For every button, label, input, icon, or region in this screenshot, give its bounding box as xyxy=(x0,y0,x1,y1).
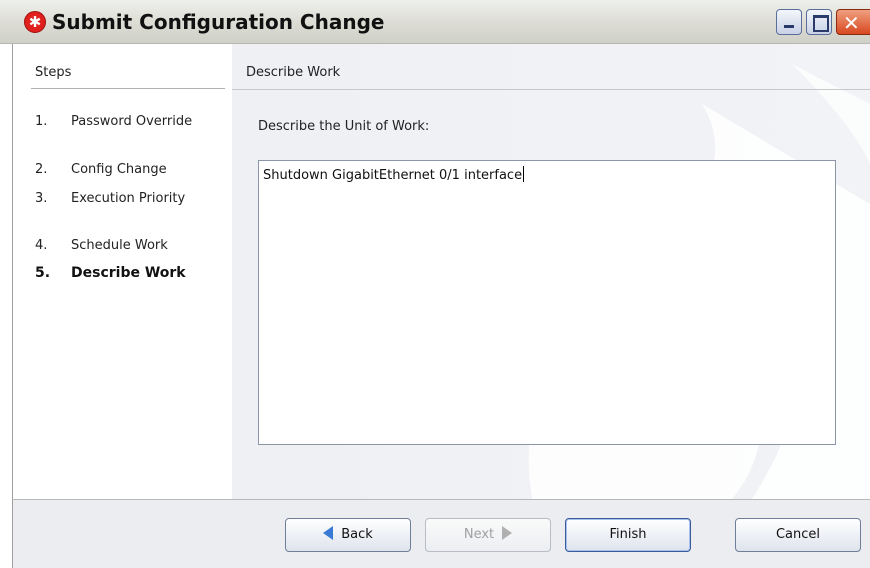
steps-panel: Steps 1. Password Override 2. Config Cha… xyxy=(12,44,232,499)
panel-divider xyxy=(232,89,870,90)
cancel-button[interactable]: Cancel xyxy=(735,518,861,552)
steps-header: Steps xyxy=(35,65,72,80)
step-number: 5. xyxy=(35,265,51,281)
steps-divider xyxy=(31,88,225,89)
back-button[interactable]: Back xyxy=(285,518,411,552)
finish-button[interactable]: Finish xyxy=(565,518,691,552)
window-title: Submit Configuration Change xyxy=(52,10,385,34)
step-label: Schedule Work xyxy=(71,238,168,253)
step-number: 2. xyxy=(35,162,48,177)
cancel-label: Cancel xyxy=(775,527,821,542)
finish-label: Finish xyxy=(609,527,647,542)
description-textarea[interactable]: Shutdown GigabitEthernet 0/1 interface xyxy=(258,160,836,445)
step-label: Password Override xyxy=(71,114,193,129)
next-arrow-icon xyxy=(502,526,513,540)
step-number: 1. xyxy=(35,114,48,129)
description-value: Shutdown GigabitEthernet 0/1 interface xyxy=(263,168,523,183)
close-icon[interactable] xyxy=(836,9,870,35)
step-label: Describe Work xyxy=(71,265,186,281)
next-button[interactable]: Next xyxy=(425,518,551,552)
text-caret xyxy=(523,166,525,182)
back-label: Back xyxy=(341,527,373,542)
back-arrow-icon xyxy=(323,526,334,540)
step-number: 4. xyxy=(35,238,48,253)
description-label: Describe the Unit of Work: xyxy=(258,119,430,134)
app-icon xyxy=(24,11,46,33)
content-panel: Describe Work Describe the Unit of Work:… xyxy=(232,44,870,499)
button-bar: Back Next Finish Cancel xyxy=(12,499,870,568)
panel-title: Describe Work xyxy=(246,65,341,80)
step-number: 3. xyxy=(35,191,48,206)
maximize-icon[interactable] xyxy=(806,9,832,35)
title-bar[interactable]: Submit Configuration Change xyxy=(0,0,870,44)
next-label: Next xyxy=(463,527,495,542)
minimize-icon[interactable] xyxy=(776,9,802,35)
step-label: Execution Priority xyxy=(71,191,186,206)
step-label: Config Change xyxy=(71,162,167,177)
description-text: Shutdown GigabitEthernet 0/1 interface xyxy=(263,166,525,183)
